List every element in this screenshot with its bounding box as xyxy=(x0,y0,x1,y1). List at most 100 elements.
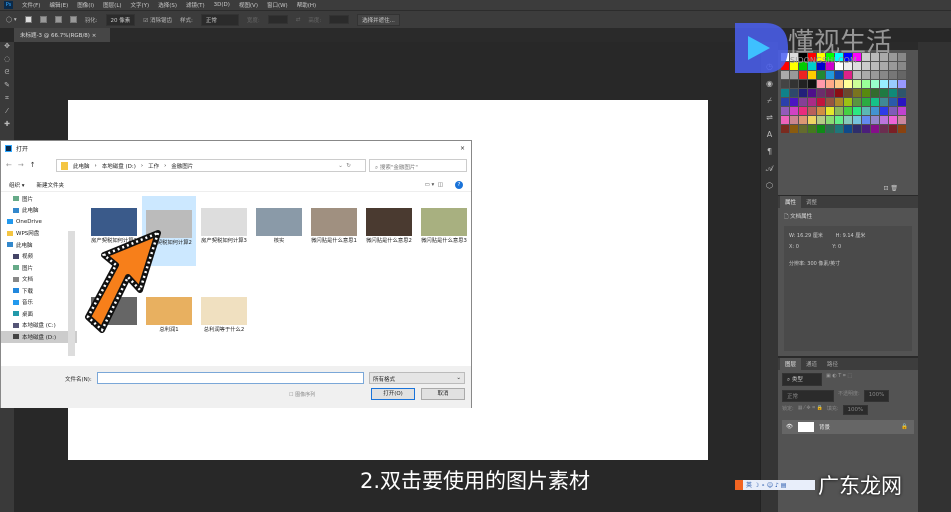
filename-input[interactable] xyxy=(97,372,364,384)
menu-view[interactable]: 视图(V) xyxy=(239,1,258,9)
color-swatch[interactable] xyxy=(853,89,861,97)
file-item[interactable]: 总利润等于什么2 xyxy=(197,285,251,334)
color-swatch[interactable] xyxy=(826,116,834,124)
swap-icon[interactable]: ⇄ xyxy=(296,17,301,23)
color-swatch[interactable] xyxy=(826,107,834,115)
color-swatch[interactable] xyxy=(817,116,825,124)
color-swatch[interactable] xyxy=(808,116,816,124)
color-swatch[interactable] xyxy=(799,89,807,97)
color-swatch[interactable] xyxy=(871,80,879,88)
close-dialog-button[interactable]: × xyxy=(460,145,465,152)
tab-adjustments[interactable]: 调整 xyxy=(801,196,822,208)
cancel-button[interactable]: 取消 xyxy=(421,388,465,400)
filetype-select[interactable]: 所有格式 ⌄ xyxy=(369,372,465,384)
color-swatch[interactable] xyxy=(790,80,798,88)
color-swatch[interactable] xyxy=(835,107,843,115)
color-swatch[interactable] xyxy=(835,80,843,88)
color-swatch[interactable] xyxy=(871,98,879,106)
color-swatch[interactable] xyxy=(835,89,843,97)
color-swatch[interactable] xyxy=(844,98,852,106)
menu-type[interactable]: 文字(Y) xyxy=(131,1,150,9)
color-swatch[interactable] xyxy=(862,80,870,88)
opacity-input[interactable]: 100% xyxy=(863,390,890,402)
add-selection-icon[interactable] xyxy=(39,16,47,23)
color-swatch[interactable] xyxy=(790,125,798,133)
visibility-eye-icon[interactable]: 👁 xyxy=(786,424,793,430)
color-swatch[interactable] xyxy=(871,125,879,133)
color-swatch[interactable] xyxy=(790,116,798,124)
menu-window[interactable]: 窗口(W) xyxy=(267,1,288,9)
color-swatch[interactable] xyxy=(781,80,789,88)
color-swatch[interactable] xyxy=(862,89,870,97)
file-item[interactable]: 微闪贴是什么意思2 xyxy=(362,196,416,245)
color-swatch[interactable] xyxy=(844,116,852,124)
color-swatch[interactable] xyxy=(898,107,906,115)
eyedropper-tool-icon[interactable]: ⁄ xyxy=(0,107,14,120)
marquee-tool-icon[interactable]: ◌ xyxy=(0,55,14,68)
color-swatch[interactable] xyxy=(862,98,870,106)
tab-properties[interactable]: 属性 xyxy=(780,196,802,208)
style-select[interactable]: 正常 xyxy=(200,13,239,26)
up-icon[interactable]: ↑ xyxy=(30,161,36,169)
color-swatch[interactable] xyxy=(889,89,897,97)
color-swatch[interactable] xyxy=(880,89,888,97)
color-swatch[interactable] xyxy=(781,98,789,106)
nav-item[interactable]: OneDrive xyxy=(1,216,77,228)
menu-3d[interactable]: 3D(D) xyxy=(214,2,230,8)
lasso-tool-icon[interactable]: ᘓ xyxy=(0,68,14,81)
new-selection-icon[interactable] xyxy=(24,16,32,23)
nav-item[interactable]: 图片 xyxy=(1,193,77,205)
breadcrumb-work[interactable]: 工作 xyxy=(148,162,159,170)
color-swatch[interactable] xyxy=(889,107,897,115)
nav-item[interactable]: WPS网盘 xyxy=(1,228,77,240)
color-swatch[interactable] xyxy=(898,116,906,124)
color-swatch[interactable] xyxy=(853,125,861,133)
healing-tool-icon[interactable]: ✚ xyxy=(0,120,14,133)
color-swatch[interactable] xyxy=(826,80,834,88)
address-bar[interactable]: 此电脑 › 本地磁盘 (D:) › 工作 › 金融图片 ⌄ ↻ xyxy=(56,159,366,172)
file-item[interactable]: 微闪贴是什么意思1 xyxy=(307,196,361,245)
select-and-mask-button[interactable]: 选择并遮住... xyxy=(357,13,400,26)
nav-item[interactable]: 此电脑 xyxy=(1,239,77,251)
fill-input[interactable]: 100% xyxy=(842,405,869,415)
color-swatch[interactable] xyxy=(889,116,897,124)
character-icon[interactable]: A xyxy=(761,130,778,147)
color-swatch[interactable] xyxy=(844,107,852,115)
color-swatch[interactable] xyxy=(781,125,789,133)
layer-row[interactable]: 👁 背景 🔒 xyxy=(782,420,914,434)
width-input[interactable] xyxy=(267,15,288,24)
color-swatch[interactable] xyxy=(799,107,807,115)
color-swatch[interactable] xyxy=(853,80,861,88)
3d-icon[interactable]: ⬡ xyxy=(761,181,778,198)
layer-filter-icons[interactable]: ▣ ◐ T ⌗ ⬚ xyxy=(826,373,852,386)
color-swatch[interactable] xyxy=(835,125,843,133)
nav-item[interactable]: 桌面 xyxy=(1,308,77,320)
color-swatch[interactable] xyxy=(781,89,789,97)
color-swatch[interactable] xyxy=(898,125,906,133)
color-swatch[interactable] xyxy=(889,125,897,133)
close-tab-icon[interactable]: × xyxy=(92,33,97,39)
paragraph-icon[interactable]: ¶ xyxy=(761,147,778,164)
lock-icons[interactable]: ▦ ⁄ ✥ ⌗ 🔒 xyxy=(798,405,823,415)
color-swatch[interactable] xyxy=(880,125,888,133)
color-swatch[interactable] xyxy=(862,107,870,115)
subtract-selection-icon[interactable] xyxy=(54,16,62,23)
file-item[interactable]: 房产契税如何计算3 xyxy=(197,196,251,245)
navigator-icon[interactable]: ◉ xyxy=(761,79,778,96)
crop-tool-icon[interactable]: ⌗ xyxy=(0,94,14,107)
color-swatch[interactable] xyxy=(790,89,798,97)
color-swatch[interactable] xyxy=(853,116,861,124)
nav-item[interactable]: 本地磁盘 (C:) xyxy=(1,320,77,332)
brush-icon[interactable]: ⌿ xyxy=(761,96,778,113)
menu-image[interactable]: 图像(I) xyxy=(77,1,94,9)
organize-button[interactable]: 组织 ▾ xyxy=(9,181,25,189)
color-swatch[interactable] xyxy=(844,80,852,88)
search-input[interactable]: ⌕ 搜索"金融图片" xyxy=(369,159,467,172)
file-item[interactable]: 微闪贴是什么意思3 xyxy=(417,196,471,245)
color-swatch[interactable] xyxy=(844,125,852,133)
menu-edit[interactable]: 编辑(E) xyxy=(49,1,68,9)
menu-select[interactable]: 选择(S) xyxy=(158,1,177,9)
color-swatch[interactable] xyxy=(808,107,816,115)
color-swatch[interactable] xyxy=(808,98,816,106)
color-swatch[interactable] xyxy=(880,98,888,106)
